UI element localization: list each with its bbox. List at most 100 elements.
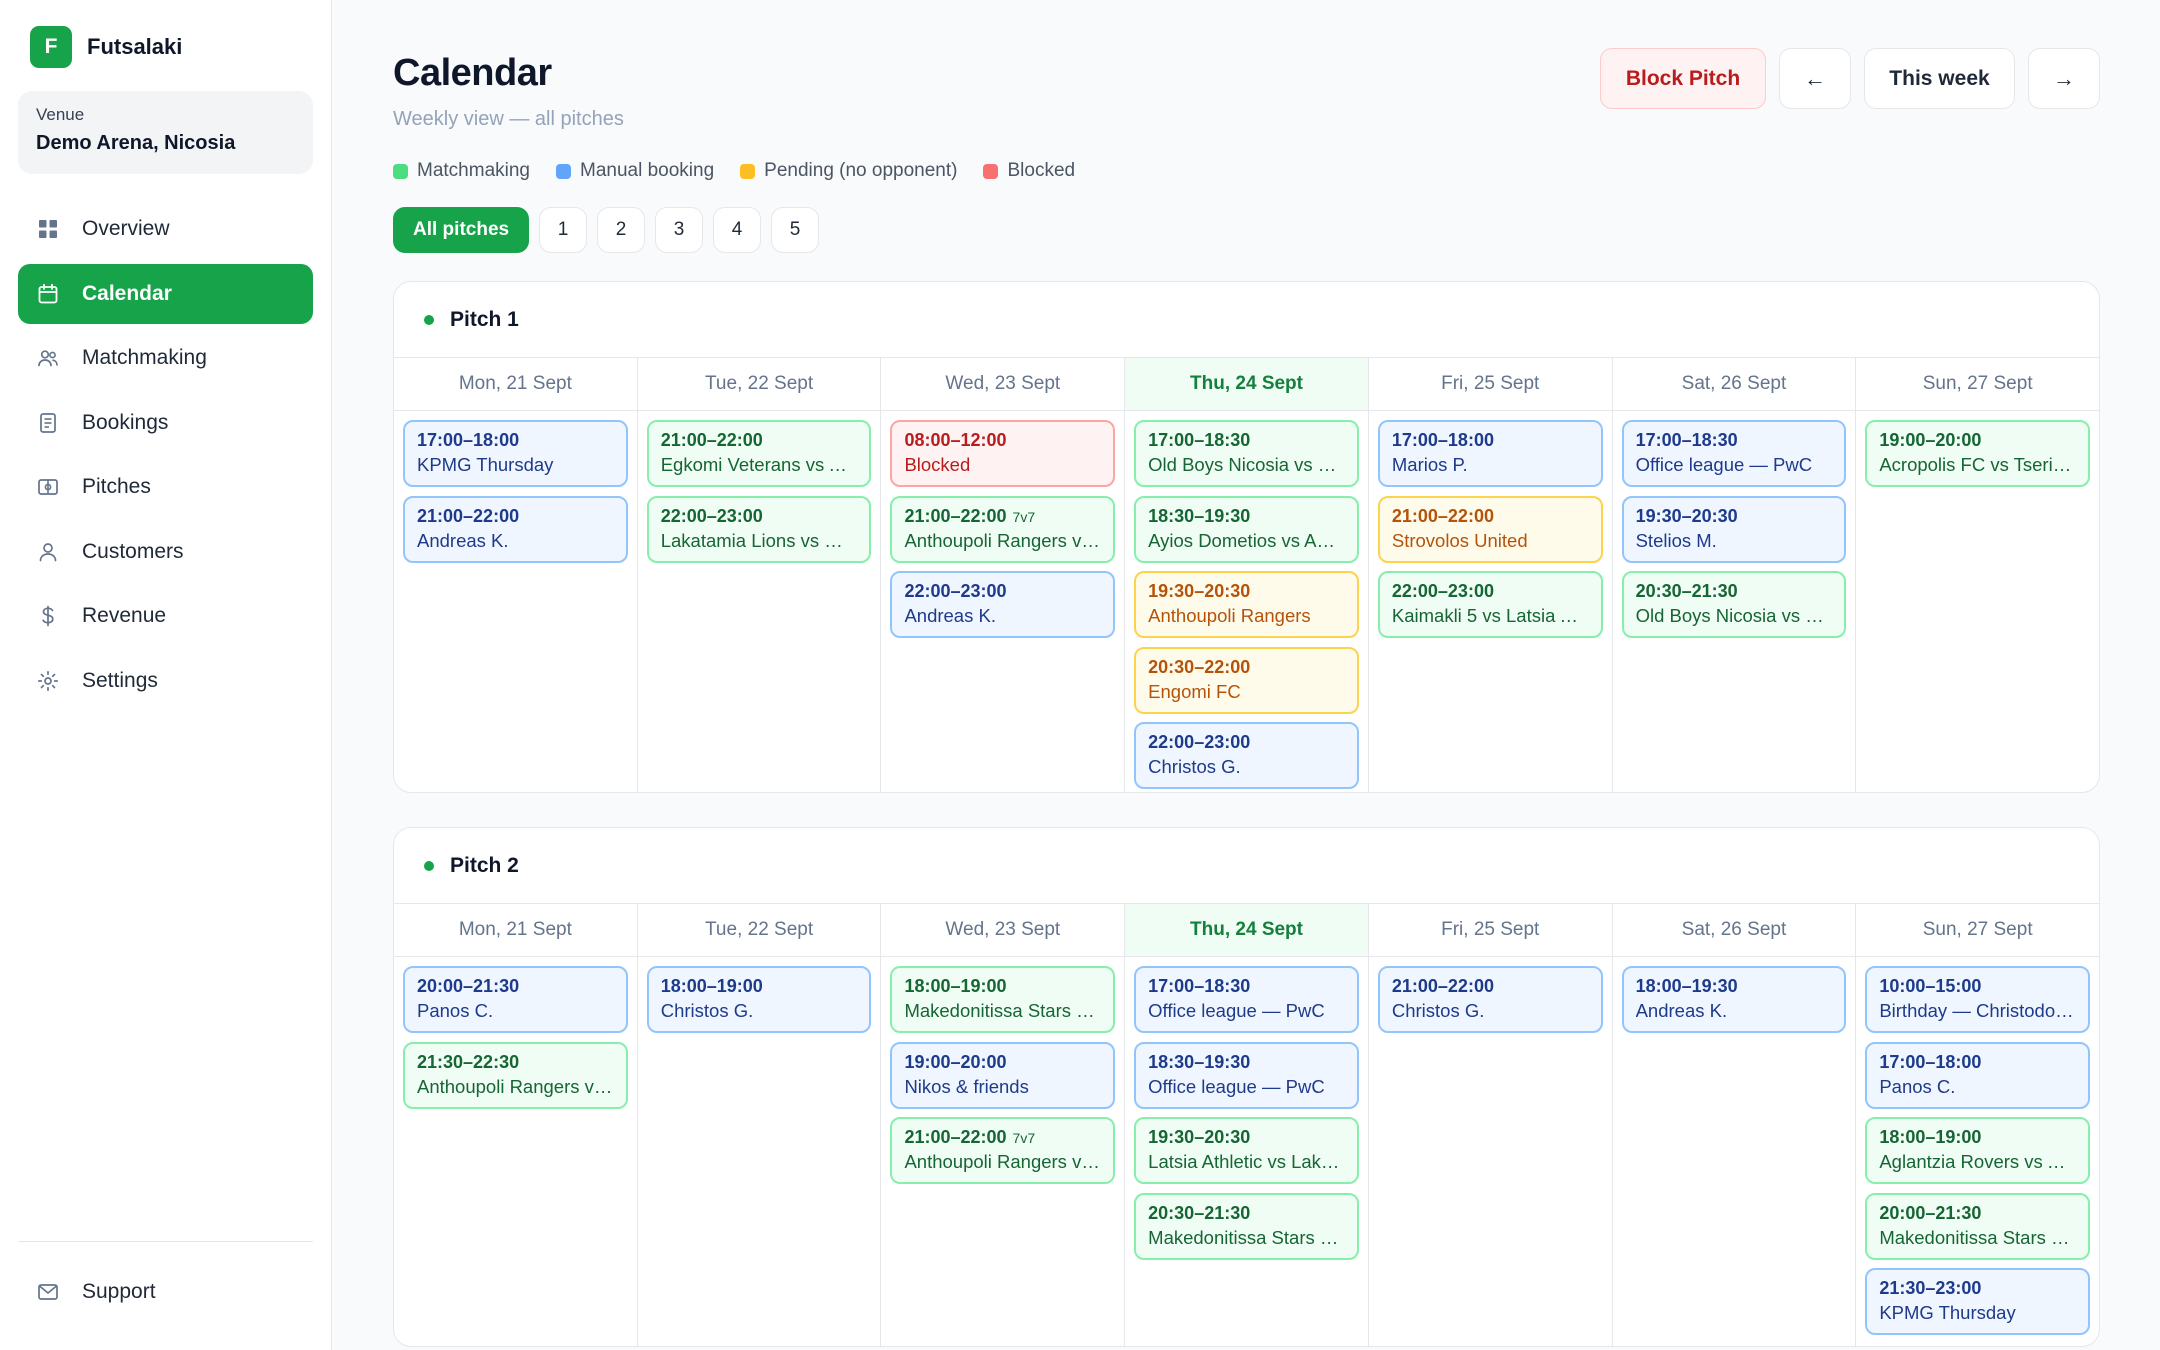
legend-item: Matchmaking	[393, 160, 530, 182]
next-week-button[interactable]: →	[2028, 48, 2100, 109]
sidebar-item-overview[interactable]: Overview	[18, 199, 313, 259]
event-title: Anthoupoli Rangers v…	[904, 529, 1100, 551]
event-time-row: 21:30–23:00	[1879, 1278, 2076, 1299]
calendar-event-booking[interactable]: 20:00–21:30 Panos C.	[403, 966, 628, 1033]
venue-selector[interactable]: Venue Demo Arena, Nicosia	[18, 91, 313, 174]
calendar-event-pending[interactable]: 19:30–20:30 Anthoupoli Rangers	[1134, 571, 1359, 638]
event-time-row: 22:00–23:00	[1148, 732, 1345, 753]
calendar-event-matchmaking[interactable]: 22:00–23:00 Lakatamia Lions vs M…	[646, 495, 872, 563]
calendar-event-matchmaking[interactable]: 21:00–22:00 7v7 Anthoupoli Rangers v…	[890, 1117, 1116, 1184]
filter-all-pitches[interactable]: All pitches	[393, 207, 530, 253]
calendar-event-pending[interactable]: 20:30–22:00 Engomi FC	[1134, 646, 1359, 714]
this-week-button[interactable]: This week	[1864, 48, 2015, 109]
pitch-card: Pitch 1 Mon, 21 Sept 17:00–18:00 KPMG Thurs…	[393, 281, 2100, 793]
calendar-event-booking[interactable]: 21:30–23:00 KPMG Thursday	[1865, 1268, 2091, 1335]
event-title: KPMG Thursday	[1879, 1302, 2016, 1323]
calendar-event-booking[interactable]: 22:00–23:00 Andreas K.	[890, 571, 1116, 638]
users-icon	[38, 350, 58, 367]
calendar-event-booking[interactable]: 18:00–19:00 Christos G.	[646, 966, 872, 1033]
event-time: 20:30–21:30	[1635, 581, 1738, 601]
legend-swatch	[740, 163, 756, 179]
brand[interactable]: F Futsalaki	[30, 26, 182, 68]
day-column[interactable]: Tue, 22 Sept 18:00–19:00 Christos G.	[637, 904, 882, 1346]
day-events: 17:00–18:30 Office league — PwC 19:30–20:3…	[1613, 411, 1856, 647]
calendar-event-booking[interactable]: 19:30–20:30 Stelios M.	[1621, 495, 1847, 563]
previous-week-button[interactable]: ←	[1779, 48, 1851, 109]
gear-icon	[37, 670, 59, 691]
day-column[interactable]: Fri, 25 Sept 21:00–22:00 Christos G.	[1368, 904, 1613, 1346]
block-pitch-button[interactable]: Block Pitch	[1600, 48, 1766, 109]
calendar-event-pending[interactable]: 21:00–22:00 Strovolos United	[1377, 495, 1603, 563]
day-column[interactable]: Thu, 24 Sept 17:00–18:30 Office league — P…	[1125, 904, 1369, 1346]
calendar-event-booking[interactable]: 18:30–19:30 Office league — PwC	[1134, 1041, 1359, 1109]
event-time-row: 20:30–21:30	[1636, 581, 1833, 602]
calendar-event-matchmaking[interactable]: 18:00–19:00 Makedonitissa Stars v…	[890, 966, 1116, 1033]
calendar-event-booking[interactable]: 21:00–22:00 Andreas K.	[403, 495, 628, 563]
calendar-event-booking[interactable]: 22:00–23:00 Christos G.	[1134, 722, 1359, 789]
day-column[interactable]: Wed, 23 Sept 18:00–19:00 Makedonitissa Sta…	[881, 904, 1126, 1346]
calendar-event-matchmaking[interactable]: 19:00–20:00 Acropolis FC vs Tseri …	[1865, 420, 2091, 487]
day-column[interactable]: Sat, 26 Sept 17:00–18:30 Office league — P…	[1612, 358, 1857, 792]
day-column[interactable]: Thu, 24 Sept 17:00–18:30 Old Boys Nicosia …	[1125, 358, 1369, 792]
calendar-event-matchmaking[interactable]: 20:00–21:30 Makedonitissa Stars v…	[1865, 1192, 2091, 1260]
filter-pitch-1[interactable]: 1	[539, 207, 588, 253]
calendar-event-matchmaking[interactable]: 21:00–22:00 7v7 Anthoupoli Rangers v…	[890, 495, 1116, 563]
calendar-event-booking[interactable]: 17:00–18:00 Marios P.	[1377, 420, 1603, 487]
day-header: Fri, 25 Sept	[1368, 904, 1612, 957]
sidebar-item-label: Bookings	[82, 410, 169, 434]
day-header: Sat, 26 Sept	[1612, 358, 1856, 411]
calendar-event-booking[interactable]: 17:00–18:30 Office league — PwC	[1134, 966, 1359, 1033]
calendar-event-matchmaking[interactable]: 17:00–18:30 Old Boys Nicosia vs S…	[1134, 420, 1359, 487]
sidebar-item-label: Overview	[82, 217, 170, 240]
day-column[interactable]: Tue, 22 Sept 21:00–22:00 Egkomi Veterans v…	[637, 358, 882, 792]
day-header: Fri, 25 Sept	[1368, 358, 1612, 411]
filter-pitch-2[interactable]: 2	[597, 207, 646, 253]
calendar-event-booking[interactable]: 10:00–15:00 Birthday — Christodo…	[1865, 966, 2091, 1033]
day-events: 19:00–20:00 Acropolis FC vs Tseri …	[1856, 411, 2099, 496]
calendar-event-matchmaking[interactable]: 18:00–19:00 Aglantzia Rovers vs A…	[1865, 1117, 2091, 1184]
sidebar-item-calendar[interactable]: Calendar	[18, 263, 313, 324]
sidebar-item-matchmaking[interactable]: Matchmaking	[18, 328, 313, 388]
day-column[interactable]: Sat, 26 Sept 18:00–19:30 Andreas K.	[1612, 904, 1857, 1346]
calendar-event-matchmaking[interactable]: 20:30–21:30 Makedonitissa Stars v…	[1134, 1192, 1359, 1260]
day-header: Wed, 23 Sept	[881, 904, 1125, 957]
calendar-event-booking[interactable]: 21:00–22:00 Christos G.	[1377, 966, 1603, 1033]
calendar-event-matchmaking[interactable]: 18:30–19:30 Ayios Dometios vs Agl…	[1134, 495, 1359, 563]
event-time: 19:00–20:00	[904, 1051, 1007, 1072]
calendar-event-booking[interactable]: 19:00–20:00 Nikos & friends	[890, 1041, 1116, 1109]
legend-item: Pending (no opponent)	[740, 160, 957, 182]
day-column[interactable]: Mon, 21 Sept 17:00–18:00 KPMG Thursday 21:0…	[394, 358, 638, 792]
day-column[interactable]: Fri, 25 Sept 17:00–18:00 Marios P. 21:00–22…	[1368, 358, 1613, 792]
calendar-event-booking[interactable]: 17:00–18:30 Office league — PwC	[1621, 420, 1847, 487]
event-time: 21:00–22:00	[904, 1127, 1007, 1147]
sidebar-item-customers[interactable]: Customers	[18, 522, 313, 582]
sidebar-item-settings[interactable]: Settings	[18, 651, 313, 711]
sidebar-item-bookings[interactable]: Bookings	[18, 393, 313, 453]
event-time: 21:00–22:00	[904, 505, 1007, 526]
event-title: Aglantzia Rovers vs A…	[1879, 1151, 2077, 1172]
pitch-icon	[38, 479, 58, 495]
calendar-event-booking[interactable]: 17:00–18:00 Panos C.	[1865, 1041, 2091, 1109]
day-header: Tue, 22 Sept	[637, 358, 881, 411]
calendar-event-matchmaking[interactable]: 22:00–23:00 Kaimakli 5 vs Latsia A…	[1377, 571, 1603, 638]
day-column[interactable]: Sun, 27 Sept 10:00–15:00 Birthday — Christ…	[1856, 904, 2099, 1346]
filter-pitch-3[interactable]: 3	[655, 207, 704, 253]
day-column[interactable]: Wed, 23 Sept 08:00–12:00 Blocked 21:00–22:0…	[881, 358, 1126, 792]
calendar-event-booking[interactable]: 18:00–19:30 Andreas K.	[1621, 966, 1847, 1033]
day-events: 18:00–19:00 Christos G.	[638, 957, 881, 1042]
filter-pitch-5[interactable]: 5	[771, 207, 820, 253]
calendar-event-matchmaking[interactable]: 21:00–22:00 Egkomi Veterans vs A…	[646, 420, 872, 487]
calendar-event-matchmaking[interactable]: 20:30–21:30 Old Boys Nicosia vs E…	[1621, 571, 1847, 638]
sidebar-item-pitches[interactable]: Pitches	[18, 457, 313, 517]
calendar-event-matchmaking[interactable]: 19:30–20:30 Latsia Athletic vs Laka…	[1134, 1117, 1359, 1184]
sidebar-item-support[interactable]: Support	[18, 1262, 313, 1322]
day-column[interactable]: Mon, 21 Sept 20:00–21:30 Panos C. 21:30–22:…	[394, 904, 638, 1346]
calendar-event-blocked[interactable]: 08:00–12:00 Blocked	[890, 420, 1116, 487]
event-time-row: 19:00–20:00	[1879, 430, 2076, 451]
filter-pitch-4[interactable]: 4	[713, 207, 762, 253]
event-title: Acropolis FC vs Tseri …	[1879, 454, 2077, 475]
calendar-event-booking[interactable]: 17:00–18:00 KPMG Thursday	[403, 420, 628, 487]
calendar-event-matchmaking[interactable]: 21:30–22:30 Anthoupoli Rangers v…	[403, 1041, 628, 1109]
day-column[interactable]: Sun, 27 Sept 19:00–20:00 Acropolis FC vs T…	[1856, 358, 2099, 792]
sidebar-item-revenue[interactable]: Revenue	[18, 586, 313, 646]
